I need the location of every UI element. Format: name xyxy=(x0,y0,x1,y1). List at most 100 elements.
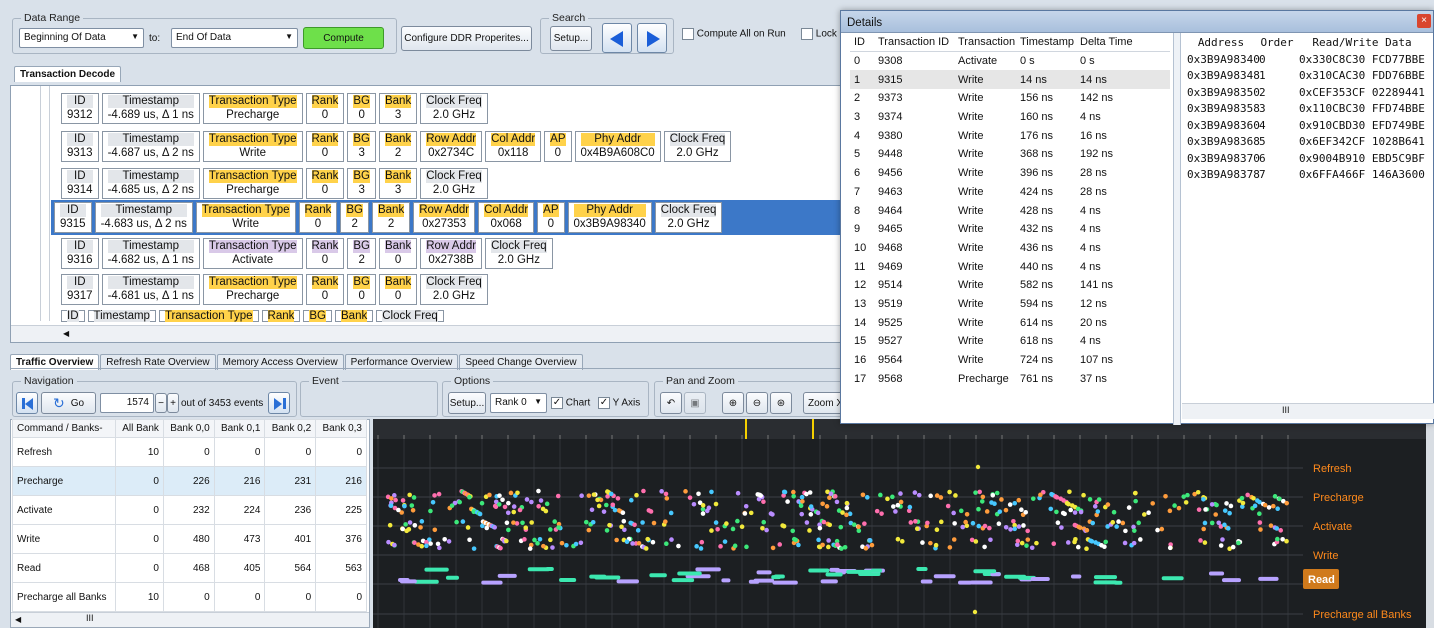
table-cell: 0 xyxy=(115,495,164,525)
clock-freq-cell-value: 2.0 GHz xyxy=(667,218,710,230)
rank-cell-header: Rank xyxy=(311,95,339,108)
lock-checkbox[interactable]: Lock xyxy=(801,28,837,40)
compute-button[interactable]: Compute xyxy=(303,27,384,49)
traffic-dot xyxy=(1073,536,1078,542)
decode-row[interactable]: ID 9314 Timestamp -4.685 us, Δ 2 ns Transact… xyxy=(61,168,488,199)
search-next-button[interactable] xyxy=(637,23,667,53)
id-cell-header: ID xyxy=(67,170,93,183)
details-row[interactable]: 12 9514 Write 582 ns 141 ns xyxy=(850,276,1170,295)
details-row[interactable]: 16 9564 Write 724 ns 107 ns xyxy=(850,351,1170,370)
decode-row[interactable]: ID 9317 Timestamp -4.681 us, Δ 1 ns Transact… xyxy=(61,274,488,305)
details-row[interactable]: 13 9519 Write 594 ns 12 ns xyxy=(850,295,1170,314)
table-row[interactable]: Activate 0 232 224 236 225 xyxy=(11,495,367,525)
details-row[interactable]: 2 9373 Write 156 ns 142 ns xyxy=(850,89,1170,108)
details-row[interactable]: 9 9465 Write 432 ns 4 ns xyxy=(850,220,1170,239)
traffic-dot xyxy=(590,519,596,525)
details-row[interactable]: 14 9525 Write 614 ns 20 ns xyxy=(850,313,1170,332)
traffic-dot xyxy=(895,536,901,542)
compute-all-checkbox[interactable]: Compute All on Run xyxy=(682,28,786,40)
table-row[interactable]: Precharge all Banks 10 0 0 0 0 xyxy=(11,582,367,612)
chart-checkbox[interactable]: ✓ Chart xyxy=(551,397,590,409)
details-cell: 13 xyxy=(854,297,867,310)
details-row[interactable]: 4 9380 Write 176 ns 16 ns xyxy=(850,126,1170,145)
details-row[interactable]: 10 9468 Write 436 ns 4 ns xyxy=(850,239,1170,258)
address-row[interactable]: 0x3B9A98358 3 0x110CBC30 FFD74BBE xyxy=(1183,101,1433,118)
details-row[interactable]: 11 9469 Write 440 ns 4 ns xyxy=(850,257,1170,276)
overview-hscrollbar[interactable]: ◀ III xyxy=(11,612,369,627)
zoom-in-button[interactable]: ⊕ xyxy=(722,392,744,414)
decode-row[interactable]: ID 9316 Timestamp -4.682 us, Δ 1 ns Transact… xyxy=(61,238,553,269)
traffic-dot xyxy=(1016,524,1022,529)
table-row[interactable]: Read 0 468 405 564 563 xyxy=(11,553,367,583)
event-index-input[interactable]: 1574 xyxy=(100,393,154,413)
details-split[interactable] xyxy=(1173,33,1181,425)
traffic-dot xyxy=(976,523,982,529)
traffic-dot xyxy=(1220,537,1225,542)
details-row[interactable]: 17 9568 Precharge 761 ns 37 ns xyxy=(850,369,1170,388)
traffic-dot xyxy=(838,524,844,530)
details-row[interactable]: 5 9448 Write 368 ns 192 ns xyxy=(850,145,1170,164)
traffic-dot xyxy=(404,528,409,534)
addr-hscrollbar[interactable]: III xyxy=(1182,403,1434,419)
traffic-dot xyxy=(388,503,394,509)
address-row[interactable]: 0x3B9A98340 0 0x330C8C30 FCD77BBE xyxy=(1183,51,1433,68)
configure-ddr-button[interactable]: Configure DDR Properites... xyxy=(401,26,532,51)
address-row[interactable]: 0x3B9A98378 7 0x6FFA466F 146A3600 xyxy=(1183,167,1433,184)
zoom-reset-button[interactable]: ⊛ xyxy=(770,392,792,414)
details-row[interactable]: 6 9456 Write 396 ns 28 ns xyxy=(850,164,1170,183)
first-event-button[interactable] xyxy=(16,392,38,414)
details-row[interactable]: 7 9463 Write 424 ns 28 ns xyxy=(850,183,1170,202)
address-row[interactable]: 0x3B9A98370 6 0x9004B910 EBD5C9BF xyxy=(1183,150,1433,167)
close-button[interactable]: × xyxy=(1417,14,1431,28)
details-row[interactable]: 15 9527 Write 618 ns 4 ns xyxy=(850,332,1170,351)
decode-hscrollbar[interactable]: ◀ xyxy=(11,325,841,342)
table-cell: 0 xyxy=(162,582,215,612)
table-row[interactable]: Precharge 0 226 216 231 216 xyxy=(11,466,367,496)
end-range-select[interactable]: End Of Data ▼ xyxy=(171,28,298,48)
details-row[interactable]: 1 9315 Write 14 ns 14 ns xyxy=(850,70,1170,90)
table-row[interactable]: Refresh 10 0 0 0 0 xyxy=(11,437,367,467)
details-titlebar[interactable] xyxy=(841,11,1433,33)
decode-row[interactable]: ID 9312 Timestamp -4.689 us, Δ 1 ns Transact… xyxy=(61,93,488,124)
details-row[interactable]: 8 9464 Write 428 ns 4 ns xyxy=(850,201,1170,220)
search-setup-button[interactable]: Setup... xyxy=(550,26,592,51)
y-axis-checkbox[interactable]: ✓ Y Axis xyxy=(598,397,640,409)
go-button[interactable]: ↻ Go xyxy=(41,392,96,414)
decode-row[interactable]: ID 9315 Timestamp -4.683 us, Δ 2 ns Transact… xyxy=(51,200,841,235)
traffic-chart[interactable]: Refresh Precharge Activate Write Read Prechar… xyxy=(373,419,1434,628)
decrement-button[interactable]: − xyxy=(155,393,167,413)
decode-row[interactable]: ID 9313 Timestamp -4.687 us, Δ 2 ns Transact… xyxy=(61,131,732,162)
bg-cell: BG 0 xyxy=(347,274,376,305)
traffic-dot xyxy=(1008,527,1013,532)
address-row[interactable]: 0x3B9A98368 5 0x6EF342CF 1028B641 xyxy=(1183,134,1433,151)
traffic-dot xyxy=(982,523,988,529)
traffic-dot xyxy=(432,527,438,533)
search-prev-button[interactable] xyxy=(602,23,632,53)
id-cell: ID 9316 xyxy=(61,238,99,269)
partial-cell-header: ID xyxy=(67,310,79,322)
traffic-dot xyxy=(706,505,712,511)
tab-transaction-decode[interactable]: Transaction Decode xyxy=(14,66,122,82)
table-row[interactable]: Write 0 480 473 401 376 xyxy=(11,524,367,554)
rank-select[interactable]: Rank 0 ▼ xyxy=(490,393,547,413)
zoom-out-button[interactable]: ⊖ xyxy=(746,392,768,414)
zoom-x-button[interactable]: Zoom X xyxy=(803,392,843,414)
start-range-select[interactable]: Beginning Of Data ▼ xyxy=(19,28,144,48)
address-column-header: Order xyxy=(1260,35,1294,49)
transaction-type-cell-header: Transaction Type xyxy=(208,133,297,146)
details-row[interactable]: 3 9374 Write 160 ns 4 ns xyxy=(850,108,1170,127)
options-setup-button[interactable]: Setup... xyxy=(448,392,486,414)
address-row[interactable]: 0x3B9A98350 2 0xCEF353CF 02289441 xyxy=(1183,84,1433,101)
undo-zoom-button[interactable]: ↶ xyxy=(660,392,682,414)
read-burst xyxy=(772,580,798,585)
fit-button[interactable]: ▣ xyxy=(684,392,706,414)
address-row[interactable]: 0x3B9A98360 4 0x910CBD30 EFD749BE xyxy=(1183,117,1433,134)
clock-freq-cell: Clock Freq 2.0 GHz xyxy=(485,238,553,269)
bank-cell-header: Bank xyxy=(384,170,412,183)
traffic-dot xyxy=(544,501,550,507)
increment-button[interactable]: + xyxy=(167,393,179,413)
address-row[interactable]: 0x3B9A98348 1 0x310CAC30 FDD76BBE xyxy=(1183,68,1433,85)
details-row[interactable]: 0 9308 Activate 0 s 0 s xyxy=(850,52,1170,71)
last-event-button[interactable] xyxy=(268,392,290,414)
details-cell: 432 ns xyxy=(1020,223,1054,236)
